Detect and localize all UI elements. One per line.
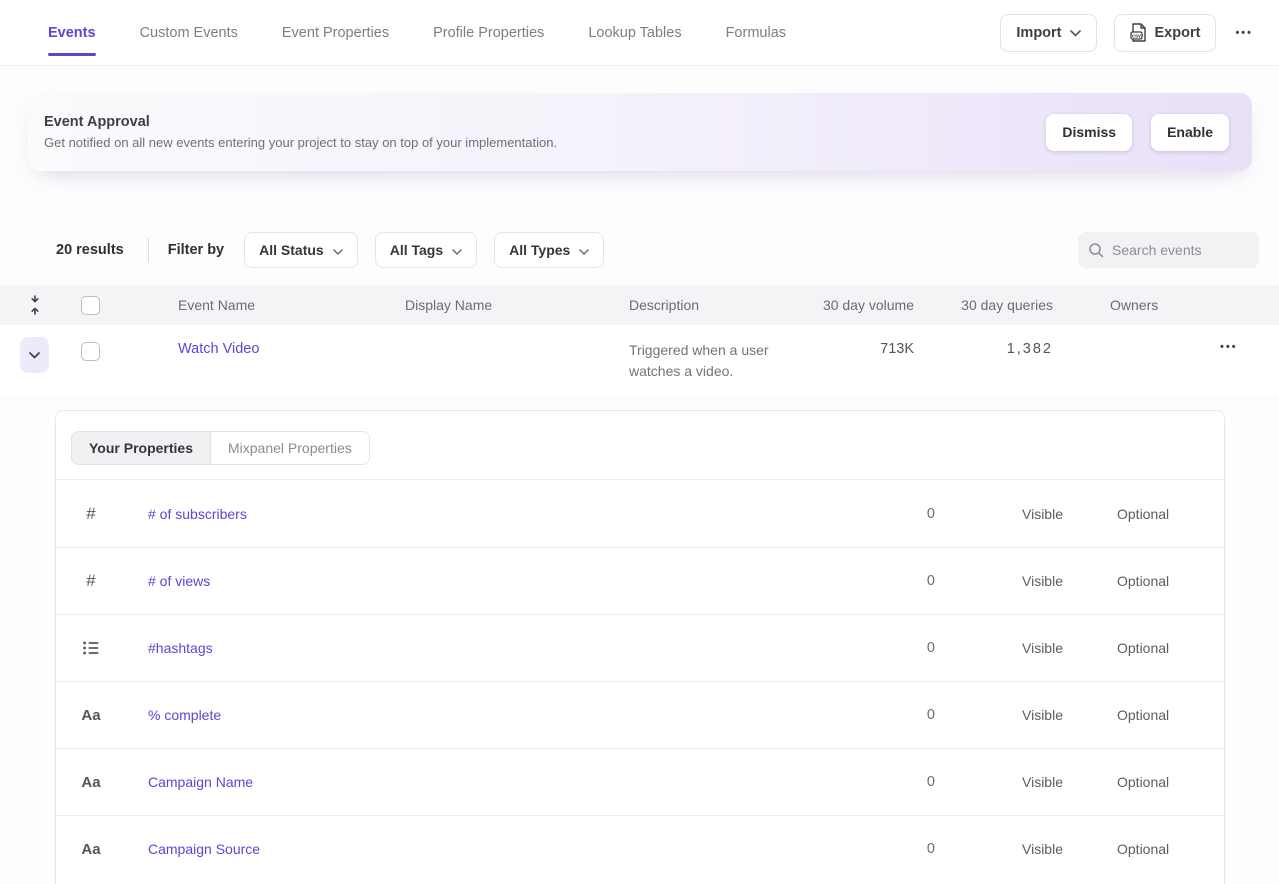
chevron-down-icon <box>333 242 343 258</box>
chevron-down-icon <box>452 242 462 258</box>
property-name-link[interactable]: # of subscribers <box>126 506 835 522</box>
export-button-label: Export <box>1155 25 1201 41</box>
more-options-button[interactable]: ••• <box>1233 23 1255 43</box>
divider <box>148 238 149 262</box>
search-icon <box>1088 242 1104 258</box>
event-name-link[interactable]: Watch Video <box>148 325 405 357</box>
numeric-property-icon: # <box>56 504 126 524</box>
property-name-link[interactable]: # of views <box>126 573 835 589</box>
event-volume: 713K <box>791 325 920 357</box>
property-name-link[interactable]: % complete <box>126 707 835 723</box>
collapse-all-icon[interactable] <box>0 295 62 315</box>
property-status: Optional <box>1117 506 1224 522</box>
property-volume: 0 <box>835 573 935 589</box>
header-volume: 30 day volume <box>791 297 920 313</box>
property-status: Optional <box>1117 707 1224 723</box>
events-table-header: Event Name Display Name Description 30 d… <box>0 285 1279 325</box>
tab-formulas[interactable]: Formulas <box>726 0 786 65</box>
filter-by-label: Filter by <box>168 242 224 258</box>
header-description: Description <box>629 297 791 313</box>
numeric-property-icon: # <box>56 571 126 591</box>
csv-file-icon: csv <box>1130 23 1147 42</box>
property-visibility: Visible <box>935 506 1117 522</box>
chevron-down-icon <box>579 242 589 258</box>
property-volume: 0 <box>835 640 935 656</box>
collapse-row-button[interactable] <box>20 337 49 373</box>
header-display-name: Display Name <box>405 297 629 313</box>
tab-mixpanel-properties[interactable]: Mixpanel Properties <box>211 432 369 464</box>
text-property-icon: Aa <box>56 774 126 791</box>
chevron-down-icon <box>1070 25 1081 41</box>
property-row: # # of views 0 Visible Optional <box>56 547 1224 614</box>
property-name-link[interactable]: #hashtags <box>126 640 835 656</box>
property-volume: 0 <box>835 841 935 857</box>
property-row: Aa Campaign Name 0 Visible Optional <box>56 748 1224 815</box>
event-description: Triggered when a user watches a video. <box>629 325 791 382</box>
header-event-name: Event Name <box>148 297 405 313</box>
tags-filter-dropdown[interactable]: All Tags <box>375 232 477 268</box>
import-button[interactable]: Import <box>1000 14 1096 52</box>
status-filter-label: All Status <box>259 242 324 258</box>
tab-events[interactable]: Events <box>48 0 96 65</box>
properties-segmented-control: Your Properties Mixpanel Properties <box>71 431 370 465</box>
property-row: Aa Campaign Source 0 Visible Optional <box>56 815 1224 882</box>
results-count: 20 results <box>56 242 124 258</box>
banner-description: Get notified on all new events entering … <box>44 135 557 150</box>
dismiss-button[interactable]: Dismiss <box>1046 114 1132 151</box>
types-filter-label: All Types <box>509 242 570 258</box>
tab-profile-properties[interactable]: Profile Properties <box>433 0 544 65</box>
tab-event-properties[interactable]: Event Properties <box>282 0 389 65</box>
header-owners: Owners <box>1059 297 1190 313</box>
property-status: Optional <box>1117 774 1224 790</box>
event-approval-banner: Event Approval Get notified on all new e… <box>28 93 1252 171</box>
search-input[interactable] <box>1112 242 1249 258</box>
tab-lookup-tables[interactable]: Lookup Tables <box>588 0 681 65</box>
event-properties-panel: Your Properties Mixpanel Properties # # … <box>55 410 1225 884</box>
property-status: Optional <box>1117 573 1224 589</box>
banner-actions: Dismiss Enable <box>1046 114 1229 151</box>
property-row: #hashtags 0 Visible Optional <box>56 614 1224 681</box>
text-property-icon: Aa <box>56 707 126 724</box>
top-navigation: Events Custom Events Event Properties Pr… <box>0 0 1279 66</box>
property-visibility: Visible <box>935 707 1117 723</box>
property-row: # # of subscribers 0 Visible Optional <box>56 480 1224 547</box>
tab-custom-events[interactable]: Custom Events <box>140 0 238 65</box>
event-row: Watch Video Triggered when a user watche… <box>0 325 1279 395</box>
filter-bar: 20 results Filter by All Status All Tags… <box>0 232 1279 268</box>
row-more-options-button[interactable]: ••• <box>1218 337 1240 357</box>
list-property-icon <box>56 641 126 655</box>
properties-tab-bar: Your Properties Mixpanel Properties <box>56 411 1224 480</box>
svg-text:csv: csv <box>1132 34 1141 40</box>
property-visibility: Visible <box>935 573 1117 589</box>
property-name-link[interactable]: Campaign Name <box>126 774 835 790</box>
property-name-link[interactable]: Campaign Source <box>126 841 835 857</box>
nav-actions: Import csv Export ••• <box>1000 14 1255 52</box>
banner-text: Event Approval Get notified on all new e… <box>44 114 557 150</box>
property-status: Optional <box>1117 640 1224 656</box>
tab-your-properties[interactable]: Your Properties <box>72 432 211 464</box>
property-visibility: Visible <box>935 774 1117 790</box>
import-button-label: Import <box>1016 25 1061 41</box>
property-volume: 0 <box>835 506 935 522</box>
types-filter-dropdown[interactable]: All Types <box>494 232 604 268</box>
property-visibility: Visible <box>935 841 1117 857</box>
event-queries: 1,382 <box>920 325 1059 357</box>
banner-title: Event Approval <box>44 114 557 130</box>
select-all-checkbox[interactable] <box>81 296 100 315</box>
row-checkbox[interactable] <box>81 342 100 361</box>
tags-filter-label: All Tags <box>390 242 443 258</box>
chevron-down-icon <box>29 352 40 359</box>
property-volume: 0 <box>835 707 935 723</box>
text-property-icon: Aa <box>56 841 126 858</box>
enable-button[interactable]: Enable <box>1151 114 1229 151</box>
property-volume: 0 <box>835 774 935 790</box>
status-filter-dropdown[interactable]: All Status <box>244 232 358 268</box>
property-visibility: Visible <box>935 640 1117 656</box>
nav-tab-list: Events Custom Events Event Properties Pr… <box>48 0 786 65</box>
property-status: Optional <box>1117 841 1224 857</box>
export-button[interactable]: csv Export <box>1114 14 1217 52</box>
property-row: Aa % complete 0 Visible Optional <box>56 681 1224 748</box>
header-queries: 30 day queries <box>920 297 1059 313</box>
search-box <box>1078 232 1259 268</box>
